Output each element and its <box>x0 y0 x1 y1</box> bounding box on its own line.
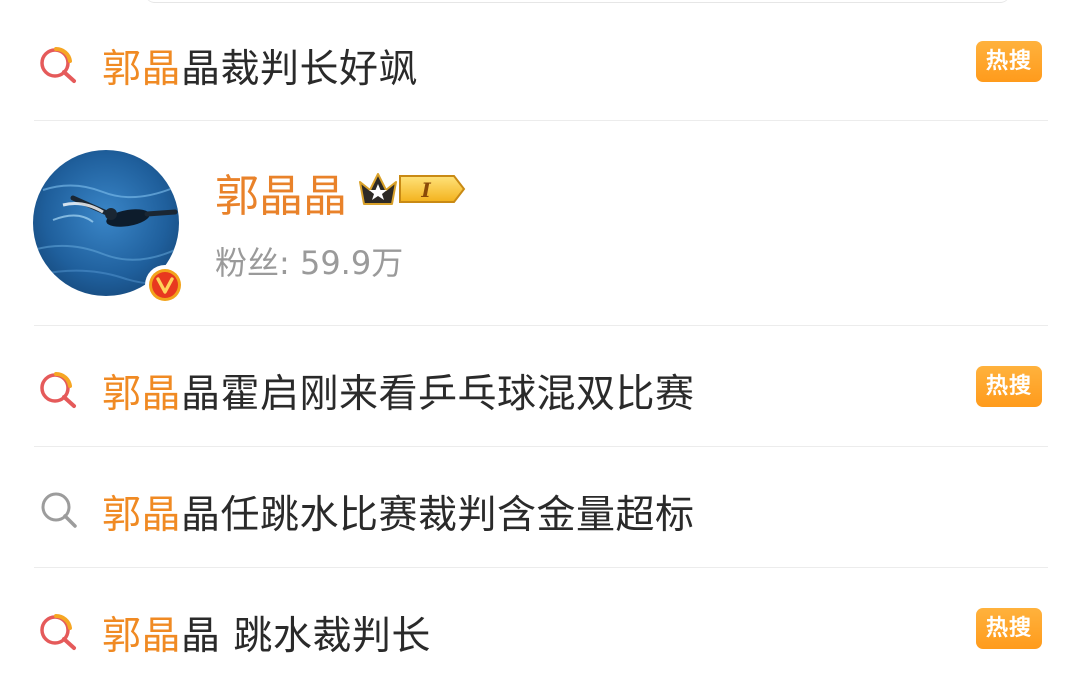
user-name[interactable]: 郭晶晶 <box>215 160 347 224</box>
suggestion-text: 郭晶晶任跳水比赛裁判含金量超标 <box>102 484 695 540</box>
verified-badge <box>145 265 185 305</box>
hot-badge: 热搜 <box>976 366 1042 407</box>
divider <box>34 120 1048 121</box>
level-text: I <box>420 178 431 202</box>
divider <box>34 446 1048 447</box>
search-icon <box>41 492 77 528</box>
suggestion-highlight: 郭晶 <box>102 493 182 538</box>
suggestion-rest: 晶任跳水比赛裁判含金量超标 <box>181 493 695 538</box>
suggestion-rest: 晶 跳水裁判长 <box>181 614 431 659</box>
divider <box>34 567 1048 568</box>
suggestion-text: 郭晶晶 跳水裁判长 <box>102 605 431 661</box>
verified-icon <box>149 269 181 301</box>
suggestion-rest: 晶霍启刚来看乒乓球混双比赛 <box>181 372 695 417</box>
suggestion-highlight: 郭晶 <box>102 372 182 417</box>
fans-count: 粉丝: 59.9万 <box>215 244 404 282</box>
search-bar-edge <box>145 0 1010 3</box>
suggestion-highlight: 郭晶 <box>102 47 182 92</box>
suggestion-text: 郭晶晶裁判长好飒 <box>102 38 418 94</box>
hot-badge: 热搜 <box>976 41 1042 82</box>
suggestion-highlight: 郭晶 <box>102 614 182 659</box>
suggestion-rest: 晶裁判长好飒 <box>181 47 419 92</box>
hot-search-icon <box>40 371 76 408</box>
hot-search-icon <box>40 613 76 650</box>
divider <box>34 325 1048 326</box>
suggestion-text: 郭晶晶霍启刚来看乒乓球混双比赛 <box>102 363 695 419</box>
hot-badge: 热搜 <box>976 608 1042 649</box>
hot-search-icon <box>40 46 76 83</box>
crown-level-badge: I <box>359 173 466 205</box>
